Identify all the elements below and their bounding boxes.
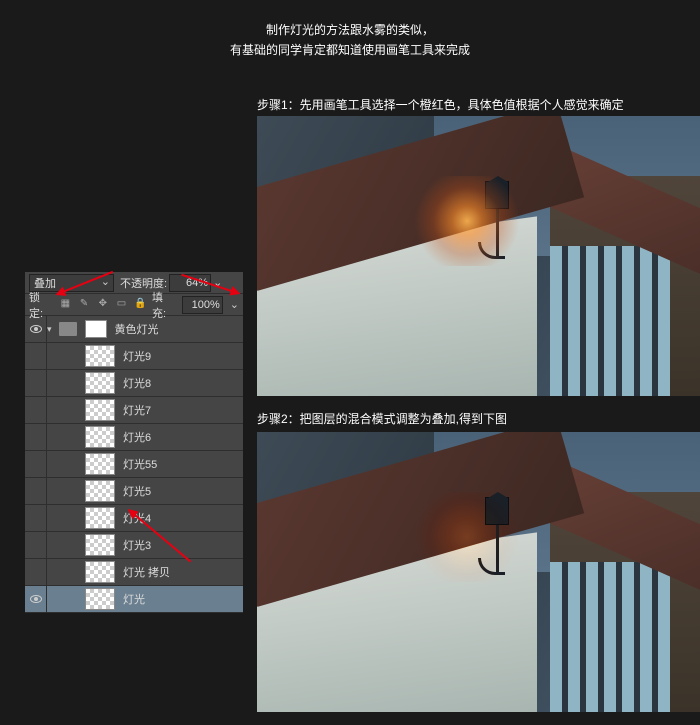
lock-all-icon[interactable]: 🔒 xyxy=(133,298,147,312)
layer-thumbnail xyxy=(85,372,115,394)
layer-row[interactable]: 灯光6 xyxy=(25,424,243,451)
layer-name: 灯光8 xyxy=(123,375,151,391)
layer-group-row[interactable]: ▾ 黄色灯光 xyxy=(25,316,243,343)
folder-icon xyxy=(59,322,77,336)
fill-input[interactable]: 100% xyxy=(182,296,223,314)
layer-name: 灯光6 xyxy=(123,429,151,445)
visibility-toggle[interactable] xyxy=(25,532,47,558)
layers-panel: 叠加 不透明度: 64% ⌄ 锁定: ▦ ✎ ✥ ▭ 🔒 填充: 100% ⌄ … xyxy=(25,272,243,613)
layer-row[interactable]: 灯光5 xyxy=(25,478,243,505)
preview-image-1 xyxy=(257,116,700,396)
layer-thumbnail xyxy=(85,480,115,502)
intro-line1: 制作灯光的方法跟水雾的类似， xyxy=(0,20,700,40)
intro-text: 制作灯光的方法跟水雾的类似， 有基础的同学肯定都知道使用画笔工具来完成 xyxy=(0,0,700,60)
layer-thumbnail xyxy=(85,345,115,367)
streetlamp-icon xyxy=(477,497,517,597)
visibility-toggle[interactable] xyxy=(25,559,47,585)
layer-name: 灯光3 xyxy=(123,537,151,553)
layer-row[interactable]: 灯光3 xyxy=(25,532,243,559)
lock-brush-icon[interactable]: ✎ xyxy=(77,298,91,312)
layer-row[interactable]: 灯光55 xyxy=(25,451,243,478)
visibility-toggle[interactable] xyxy=(25,316,47,342)
layer-thumbnail xyxy=(85,453,115,475)
layer-name: 灯光55 xyxy=(123,456,157,472)
expand-caret-icon[interactable]: ▾ xyxy=(47,324,52,335)
visibility-toggle[interactable] xyxy=(25,478,47,504)
streetlamp-icon xyxy=(477,181,517,281)
layer-row[interactable]: 灯光 拷贝 xyxy=(25,559,243,586)
visibility-toggle[interactable] xyxy=(25,424,47,450)
lock-transparency-icon[interactable]: ▦ xyxy=(59,298,73,312)
layer-name: 灯光 拷贝 xyxy=(123,564,170,580)
layer-name: 灯光9 xyxy=(123,348,151,364)
layer-name: 灯光5 xyxy=(123,483,151,499)
layer-thumbnail xyxy=(85,399,115,421)
layer-thumbnail xyxy=(85,534,115,556)
visibility-toggle[interactable] xyxy=(25,505,47,531)
layer-row[interactable]: 灯光7 xyxy=(25,397,243,424)
step1-text: 步骤1：先用画笔工具选择一个橙红色，具体色值根据个人感觉来确定 xyxy=(257,96,624,113)
visibility-toggle[interactable] xyxy=(25,370,47,396)
eye-icon xyxy=(30,595,42,603)
preview-image-2 xyxy=(257,432,700,712)
chevron-down-icon[interactable]: ⌄ xyxy=(230,298,239,311)
layer-row-selected[interactable]: 灯光 xyxy=(25,586,243,613)
visibility-toggle[interactable] xyxy=(25,451,47,477)
visibility-toggle[interactable] xyxy=(25,397,47,423)
eye-icon xyxy=(30,325,42,333)
group-name: 黄色灯光 xyxy=(115,321,159,337)
step2-text: 步骤2：把图层的混合模式调整为叠加,得到下图 xyxy=(257,410,507,427)
layer-name: 灯光 xyxy=(123,591,145,607)
lock-move-icon[interactable]: ✥ xyxy=(96,298,110,312)
layer-row[interactable]: 灯光8 xyxy=(25,370,243,397)
layer-thumbnail xyxy=(85,507,115,529)
layer-thumbnail xyxy=(85,426,115,448)
layer-thumbnail xyxy=(85,561,115,583)
mask-thumb xyxy=(85,320,107,338)
lock-artboard-icon[interactable]: ▭ xyxy=(115,298,129,312)
visibility-toggle[interactable] xyxy=(25,343,47,369)
intro-line2: 有基础的同学肯定都知道使用画笔工具来完成 xyxy=(0,40,700,60)
visibility-toggle[interactable] xyxy=(25,586,47,612)
layer-row[interactable]: 灯光9 xyxy=(25,343,243,370)
blend-mode-value: 叠加 xyxy=(34,275,56,291)
layer-name: 灯光7 xyxy=(123,402,151,418)
layer-thumbnail xyxy=(85,588,115,610)
